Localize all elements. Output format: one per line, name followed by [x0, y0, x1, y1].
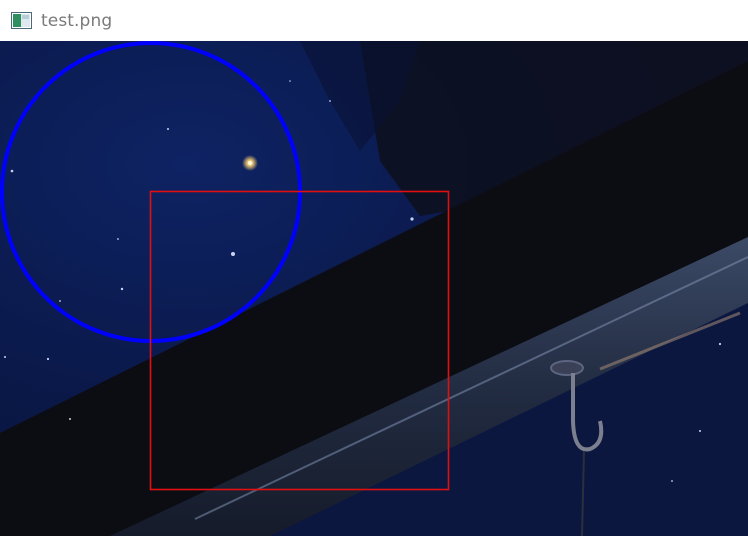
- title-bar[interactable]: test.png: [0, 0, 748, 41]
- image-canvas: [0, 41, 748, 536]
- window-title: test.png: [41, 10, 113, 31]
- displayed-image: [0, 41, 748, 536]
- image-viewer-window: test.png: [0, 0, 748, 536]
- image-file-icon: [11, 12, 32, 29]
